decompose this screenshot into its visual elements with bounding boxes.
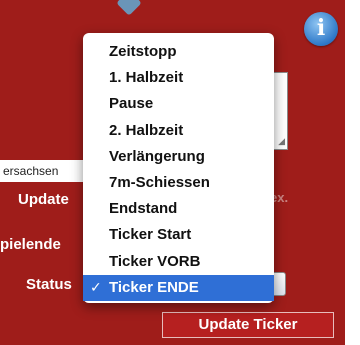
status-option[interactable]: Pause — [83, 91, 274, 117]
region-label: ersachsen — [0, 160, 90, 182]
checkmark-icon: ✓ — [90, 279, 102, 296]
status-option[interactable]: 1. Halbzeit — [83, 65, 274, 91]
status-label: Status — [26, 276, 72, 293]
status-option-label: 7m-Schiessen — [109, 173, 210, 191]
status-option-label: Zeitstopp — [109, 43, 177, 60]
resize-handle-icon[interactable]: ◢ — [278, 137, 285, 147]
status-option[interactable]: Ticker VORB — [83, 249, 274, 275]
info-icon[interactable]: i — [304, 12, 338, 46]
status-option[interactable]: Zeitstopp — [83, 39, 274, 65]
status-option-label: Ticker Start — [109, 226, 192, 244]
status-option[interactable]: Ticker Start — [83, 222, 274, 248]
status-option[interactable]: Endstand — [83, 196, 274, 222]
status-option-label: Ticker ENDE — [109, 278, 199, 296]
status-option[interactable]: 7m-Schiessen — [83, 170, 274, 196]
status-option[interactable]: ✓ Ticker ENDE — [83, 274, 274, 301]
status-option-label: Ticker VORB — [109, 252, 201, 270]
status-option[interactable]: 2. Halbzeit — [83, 118, 274, 144]
status-option-label: Endstand — [109, 200, 178, 218]
status-option-label: 2. Halbzeit — [109, 121, 184, 139]
status-option-label: 1. Halbzeit — [109, 69, 184, 87]
status-dropdown-menu: Zeitstopp 1. Halbzeit Pause 2. Halbzeit Verl… — [83, 33, 274, 303]
status-option[interactable]: Verlängerung — [83, 144, 274, 170]
popover-pointer — [116, 0, 142, 16]
update-label: Update — [18, 191, 69, 208]
update-ticker-button[interactable]: Update Ticker — [162, 312, 334, 338]
status-option-label: Verlängerung — [109, 147, 205, 165]
status-option-label: Pause — [109, 95, 154, 113]
spielende-label: pielende — [0, 236, 61, 253]
